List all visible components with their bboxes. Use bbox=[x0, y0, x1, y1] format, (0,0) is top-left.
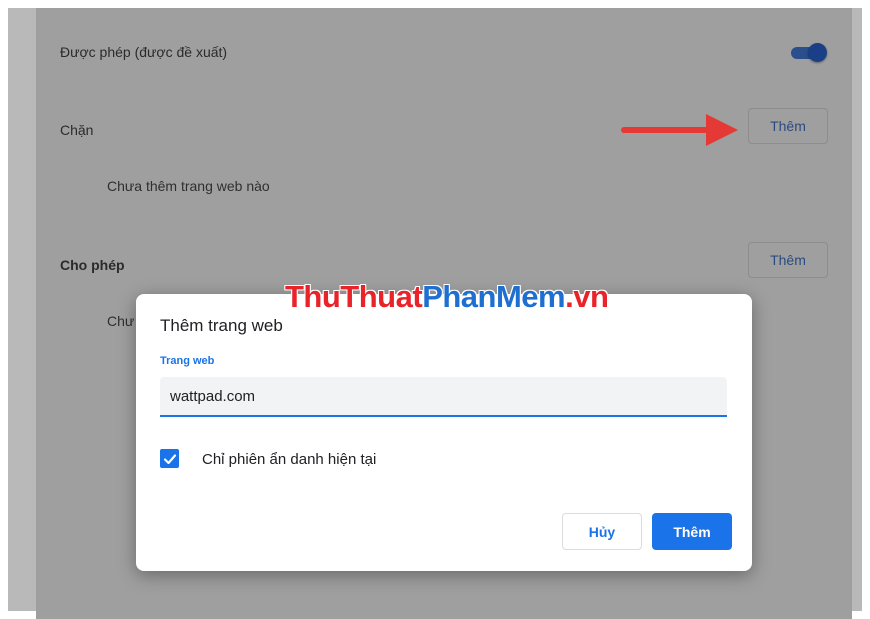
allow-empty-text: Chư bbox=[107, 313, 135, 329]
watermark-part3: .vn bbox=[565, 279, 609, 314]
block-section-title: Chặn bbox=[60, 122, 94, 138]
allowed-recommended-toggle[interactable] bbox=[789, 42, 827, 62]
add-site-dialog: Thêm trang web Trang web Chỉ phiên ẩn da… bbox=[136, 294, 752, 571]
allow-add-button[interactable]: Thêm bbox=[748, 242, 828, 278]
site-field[interactable] bbox=[160, 377, 727, 417]
allowed-recommended-label: Được phép (được đề xuất) bbox=[60, 44, 228, 60]
allow-section-title: Cho phép bbox=[60, 257, 125, 273]
dialog-title: Thêm trang web bbox=[160, 316, 283, 335]
watermark-part2: PhanMem bbox=[422, 279, 566, 314]
block-add-button[interactable]: Thêm bbox=[748, 108, 828, 144]
red-arrow-annotation bbox=[621, 114, 738, 146]
watermark: ThuThuatPhanMem.vn bbox=[285, 279, 609, 315]
incognito-only-checkbox[interactable] bbox=[160, 449, 179, 468]
watermark-part1: ThuThuat bbox=[285, 279, 423, 314]
cancel-button[interactable]: Hủy bbox=[562, 513, 642, 550]
incognito-only-label: Chỉ phiên ẩn danh hiện tại bbox=[202, 451, 377, 468]
site-field-label: Trang web bbox=[160, 355, 215, 367]
add-button[interactable]: Thêm bbox=[652, 513, 732, 550]
block-empty-text: Chưa thêm trang web nào bbox=[107, 178, 270, 194]
toggle-knob bbox=[808, 43, 827, 62]
checkmark-icon bbox=[163, 453, 176, 464]
site-input[interactable] bbox=[170, 377, 710, 415]
